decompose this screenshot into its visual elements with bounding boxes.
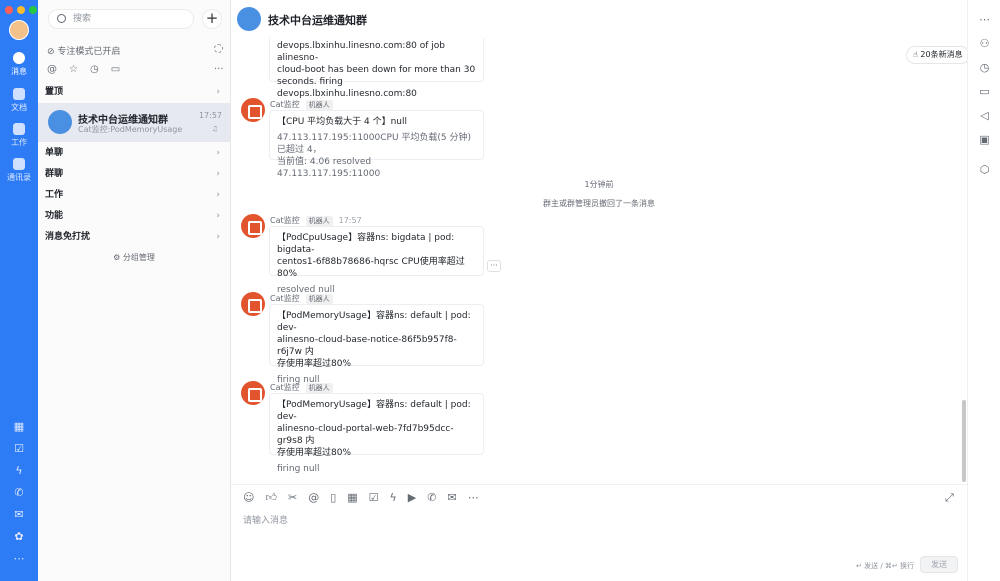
focus-icon: ⊘ xyxy=(47,47,58,57)
send-button[interactable]: 发送 xyxy=(920,556,958,573)
page-title: 技术中台运维通知群 xyxy=(268,14,367,27)
message-bubble[interactable]: 【PodCpuUsage】容器ns: bigdata | pod: bigdat… xyxy=(269,226,484,295)
right-toolbar: ⋯ ⚇ ◷ ▭ ◁ ▣ ⬡ xyxy=(967,0,1000,581)
avatar[interactable] xyxy=(9,20,29,40)
left-rail: 消息 文档 工作 通讯录 ▦ ☑ ϟ ✆ ✉ ✿ ⋯ xyxy=(0,0,38,581)
message-sender: Cat监控 机器人 xyxy=(270,293,333,304)
calendar-icon[interactable]: ▦ xyxy=(13,421,25,433)
emoji-icon[interactable]: ☺ xyxy=(243,491,254,504)
rail-item-docs[interactable]: 文档 xyxy=(0,88,38,113)
more-icon[interactable]: ⋯ xyxy=(978,13,991,26)
section-muted[interactable]: 消息免打扰 › xyxy=(38,227,230,247)
contacts-icon xyxy=(13,158,25,170)
message-sender: Cat监控 机器人 17:57 xyxy=(270,216,362,226)
message-list[interactable]: devops.lbxinhu.linesno.com:80 of job ali… xyxy=(231,38,967,483)
bot-icon[interactable]: ▣ xyxy=(978,133,991,146)
folder-icon xyxy=(13,88,25,100)
bot-avatar[interactable] xyxy=(241,292,265,316)
chevron-right-icon: › xyxy=(216,169,220,179)
settings-icon[interactable]: ✿ xyxy=(13,531,25,543)
window-controls xyxy=(5,6,37,14)
chat-sidebar: 搜索 + ⊘ 专注模式已开启 @ ☆ ◷ ▭ ··· 置顶 › 技术中台运维通知… xyxy=(38,0,231,581)
message-sender: Cat监控 机器人 xyxy=(270,99,333,110)
phone-icon[interactable]: ✆ xyxy=(13,487,25,499)
group-avatar xyxy=(48,110,72,134)
composer-toolbar: ☺ 👍︎ ✂ @ ▯ ▦ ☑ ϟ ▶ ✆ ✉ ⋯ xyxy=(243,491,479,504)
rail-item-messages[interactable]: 消息 xyxy=(0,52,38,77)
more-icon[interactable]: ⋯ xyxy=(13,553,25,565)
chevron-right-icon: › xyxy=(216,148,220,158)
more-icon[interactable]: ⋯ xyxy=(468,491,479,504)
add-member-icon[interactable]: ⚇ xyxy=(978,37,991,50)
message-sender: Cat监控 机器人 xyxy=(270,382,333,393)
more-icon[interactable]: ··· xyxy=(214,64,224,75)
chevron-right-icon: › xyxy=(216,211,220,221)
chevron-right-icon: › xyxy=(216,87,220,97)
add-button[interactable]: + xyxy=(202,9,222,29)
folder-icon[interactable]: ▭ xyxy=(978,85,991,98)
lightning-icon[interactable]: ϟ xyxy=(390,491,397,504)
chevron-right-icon: › xyxy=(216,232,220,242)
chat-header: 技术中台运维通知群 xyxy=(231,0,967,38)
phone-icon[interactable]: ✆ xyxy=(427,491,436,504)
task-icon[interactable]: ☑ xyxy=(369,491,379,504)
thumbs-up-icon[interactable]: 👍︎ xyxy=(265,491,277,504)
recall-note: 群主或群管理员撤回了一条消息 xyxy=(543,199,655,208)
mention-icon[interactable]: @ xyxy=(47,64,57,75)
bot-avatar[interactable] xyxy=(241,214,265,238)
star-icon[interactable]: ☆ xyxy=(69,64,78,75)
rail-item-work[interactable]: 工作 xyxy=(0,123,38,148)
scissors-icon[interactable]: ✂ xyxy=(288,491,297,504)
message-bubble[interactable]: devops.lbxinhu.linesno.com:80 of job ali… xyxy=(269,38,484,99)
rail-item-contacts[interactable]: 通讯录 xyxy=(0,158,38,183)
zoom-window-button[interactable] xyxy=(29,6,37,14)
close-window-button[interactable] xyxy=(5,6,13,14)
scrollbar[interactable] xyxy=(962,400,966,482)
section-features[interactable]: 功能 › xyxy=(38,206,230,226)
mute-icon: ♫ xyxy=(211,125,218,133)
focus-mode-bar[interactable]: ⊘ 专注模式已开启 xyxy=(47,44,223,57)
mention-icon[interactable]: @ xyxy=(308,491,319,504)
announcement-icon[interactable]: ◁ xyxy=(978,109,991,122)
clock-icon[interactable]: ◷ xyxy=(90,64,99,75)
message-input[interactable] xyxy=(243,512,943,530)
task-icon[interactable]: ☑ xyxy=(13,443,25,455)
history-icon[interactable]: ◷ xyxy=(978,61,991,74)
chevron-right-icon: › xyxy=(216,190,220,200)
message-bubble[interactable]: 【PodMemoryUsage】容器ns: default | pod: dev… xyxy=(269,393,484,474)
message-bubble[interactable]: 【PodMemoryUsage】容器ns: default | pod: dev… xyxy=(269,304,484,385)
chat-bubble-icon xyxy=(13,52,25,64)
filter-toolbar: @ ☆ ◷ ▭ ··· xyxy=(47,64,224,75)
message-more-button[interactable]: ··· xyxy=(487,260,501,272)
composer: ☺ 👍︎ ✂ @ ▯ ▦ ☑ ϟ ▶ ✆ ✉ ⋯ ⤢ ↵ 发送 / ⌘↵ 换行 … xyxy=(231,484,967,581)
cube-icon[interactable]: ⬡ xyxy=(978,163,991,176)
minimize-window-button[interactable] xyxy=(17,6,25,14)
file-icon[interactable]: ▯ xyxy=(330,491,336,504)
mail-icon[interactable]: ✉ xyxy=(13,509,25,521)
section-groups[interactable]: 群聊 › xyxy=(38,164,230,184)
doc-icon[interactable]: ▭ xyxy=(111,64,120,75)
group-avatar xyxy=(237,7,261,31)
gear-icon: ⚙ xyxy=(113,253,123,262)
calendar-icon[interactable]: ▦ xyxy=(347,491,357,504)
lightning-icon[interactable]: ϟ xyxy=(13,465,25,477)
mail-icon[interactable]: ✉ xyxy=(447,491,456,504)
search-icon xyxy=(57,14,66,23)
bot-avatar[interactable] xyxy=(241,381,265,405)
sync-icon[interactable] xyxy=(214,44,223,53)
grid-icon xyxy=(13,123,25,135)
section-pinned[interactable]: 置顶 › xyxy=(38,82,230,102)
chat-item-ops-group[interactable]: 技术中台运维通知群 Cat监控:PodMemoryUsage 17:57 ♫ xyxy=(38,103,230,142)
expand-icon[interactable]: ⤢ xyxy=(945,491,954,505)
time-divider: 1分钟前 xyxy=(584,180,614,189)
message-bubble[interactable]: 【CPU 平均负载大于 4 个】null 47.113.117.195:1100… xyxy=(269,110,484,179)
bot-avatar[interactable] xyxy=(241,98,265,122)
section-work[interactable]: 工作 › xyxy=(38,185,230,205)
search-input[interactable]: 搜索 xyxy=(48,9,194,29)
section-direct[interactable]: 单聊 › xyxy=(38,143,230,163)
group-manage-button[interactable]: ⚙ 分组管理 xyxy=(38,252,230,263)
video-icon[interactable]: ▶ xyxy=(408,491,416,504)
send-hint: ↵ 发送 / ⌘↵ 换行 xyxy=(856,562,914,570)
